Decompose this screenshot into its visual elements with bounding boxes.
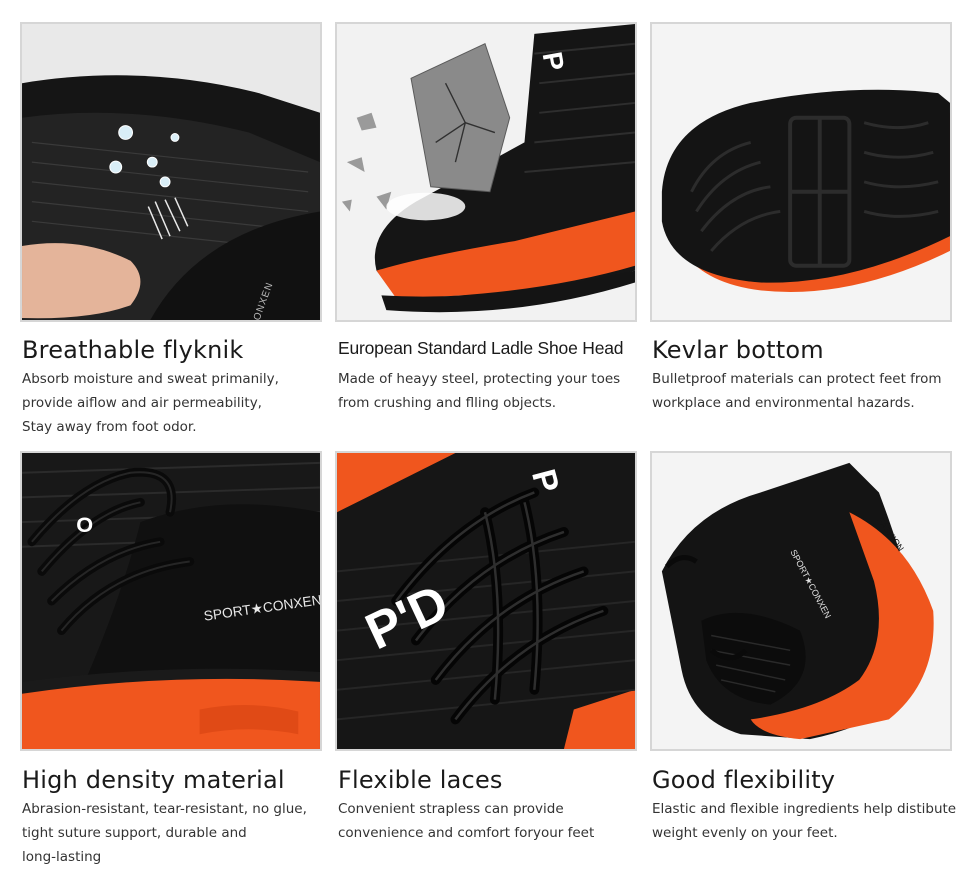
desc-line: Elastic and flexible ingredients help di… [652, 801, 957, 817]
feature-desc-flexibility: Elastic and flexible ingredients help di… [652, 797, 957, 845]
desc-line: long-lasting [22, 849, 102, 865]
feature-desc-breathable: Absorb moisture and sweat primanily, pro… [22, 367, 322, 439]
kevlar-sole-illustration [652, 24, 950, 320]
desc-line: Abrasion-resistant, tear-resistant, no g… [22, 801, 307, 817]
feature-title-breathable: Breathable flyknik [22, 336, 244, 364]
feature-desc-high-density: Abrasion-resistant, tear-resistant, no g… [22, 797, 322, 869]
feature-title-high-density: High density material [22, 766, 285, 794]
desc-line: weight evenly on your feet. [652, 825, 838, 841]
flexible-laces-illustration: P'D P [337, 453, 635, 749]
feature-title-kevlar: Kevlar bottom [652, 336, 824, 364]
feature-photo-steel-toe: P [335, 22, 637, 322]
feature-photo-breathable: CONXEN [20, 22, 322, 322]
flexibility-illustration: SPORT★CONXEN FASHION [652, 453, 950, 749]
desc-line: convenience and comfort foryour feet [338, 825, 595, 841]
feature-desc-steel-toe: Made of heayy steel, protecting your toe… [338, 367, 638, 415]
desc-line: tight suture support, durable and [22, 825, 247, 841]
desc-line: from crushing and flling objects. [338, 395, 557, 411]
svg-text:O: O [76, 512, 93, 537]
feature-photo-flexible-laces: P'D P [335, 451, 637, 751]
desc-line: Absorb moisture and sweat primanily, [22, 371, 279, 387]
desc-line: Made of heayy steel, protecting your toe… [338, 371, 621, 387]
breathable-shoe-illustration: CONXEN [22, 24, 320, 320]
feature-photo-flexibility: SPORT★CONXEN FASHION [650, 451, 952, 751]
feature-photo-high-density: O SPORT★CONXEN [20, 451, 322, 751]
desc-line: Convenient strapless can provide [338, 801, 564, 817]
desc-line: provide aiflow and air permeability, [22, 395, 262, 411]
feature-title-steel-toe: European Standard Ladle Shoe Head [338, 338, 624, 358]
desc-line: Bulletproof materials can protect feet f… [652, 371, 942, 387]
steel-toe-illustration: P [337, 24, 635, 320]
feature-photo-kevlar-sole [650, 22, 952, 322]
feature-title-flexibility: Good flexibility [652, 766, 836, 794]
high-density-illustration: O SPORT★CONXEN [22, 453, 320, 749]
feature-title-flexible-laces: Flexible laces [338, 766, 503, 794]
feature-desc-kevlar: Bulletproof materials can protect feet f… [652, 367, 952, 415]
desc-line: Stay away from foot odor. [22, 419, 197, 435]
desc-line: workplace and environmental hazards. [652, 395, 915, 411]
feature-desc-flexible-laces: Convenient strapless can provide conveni… [338, 797, 638, 845]
